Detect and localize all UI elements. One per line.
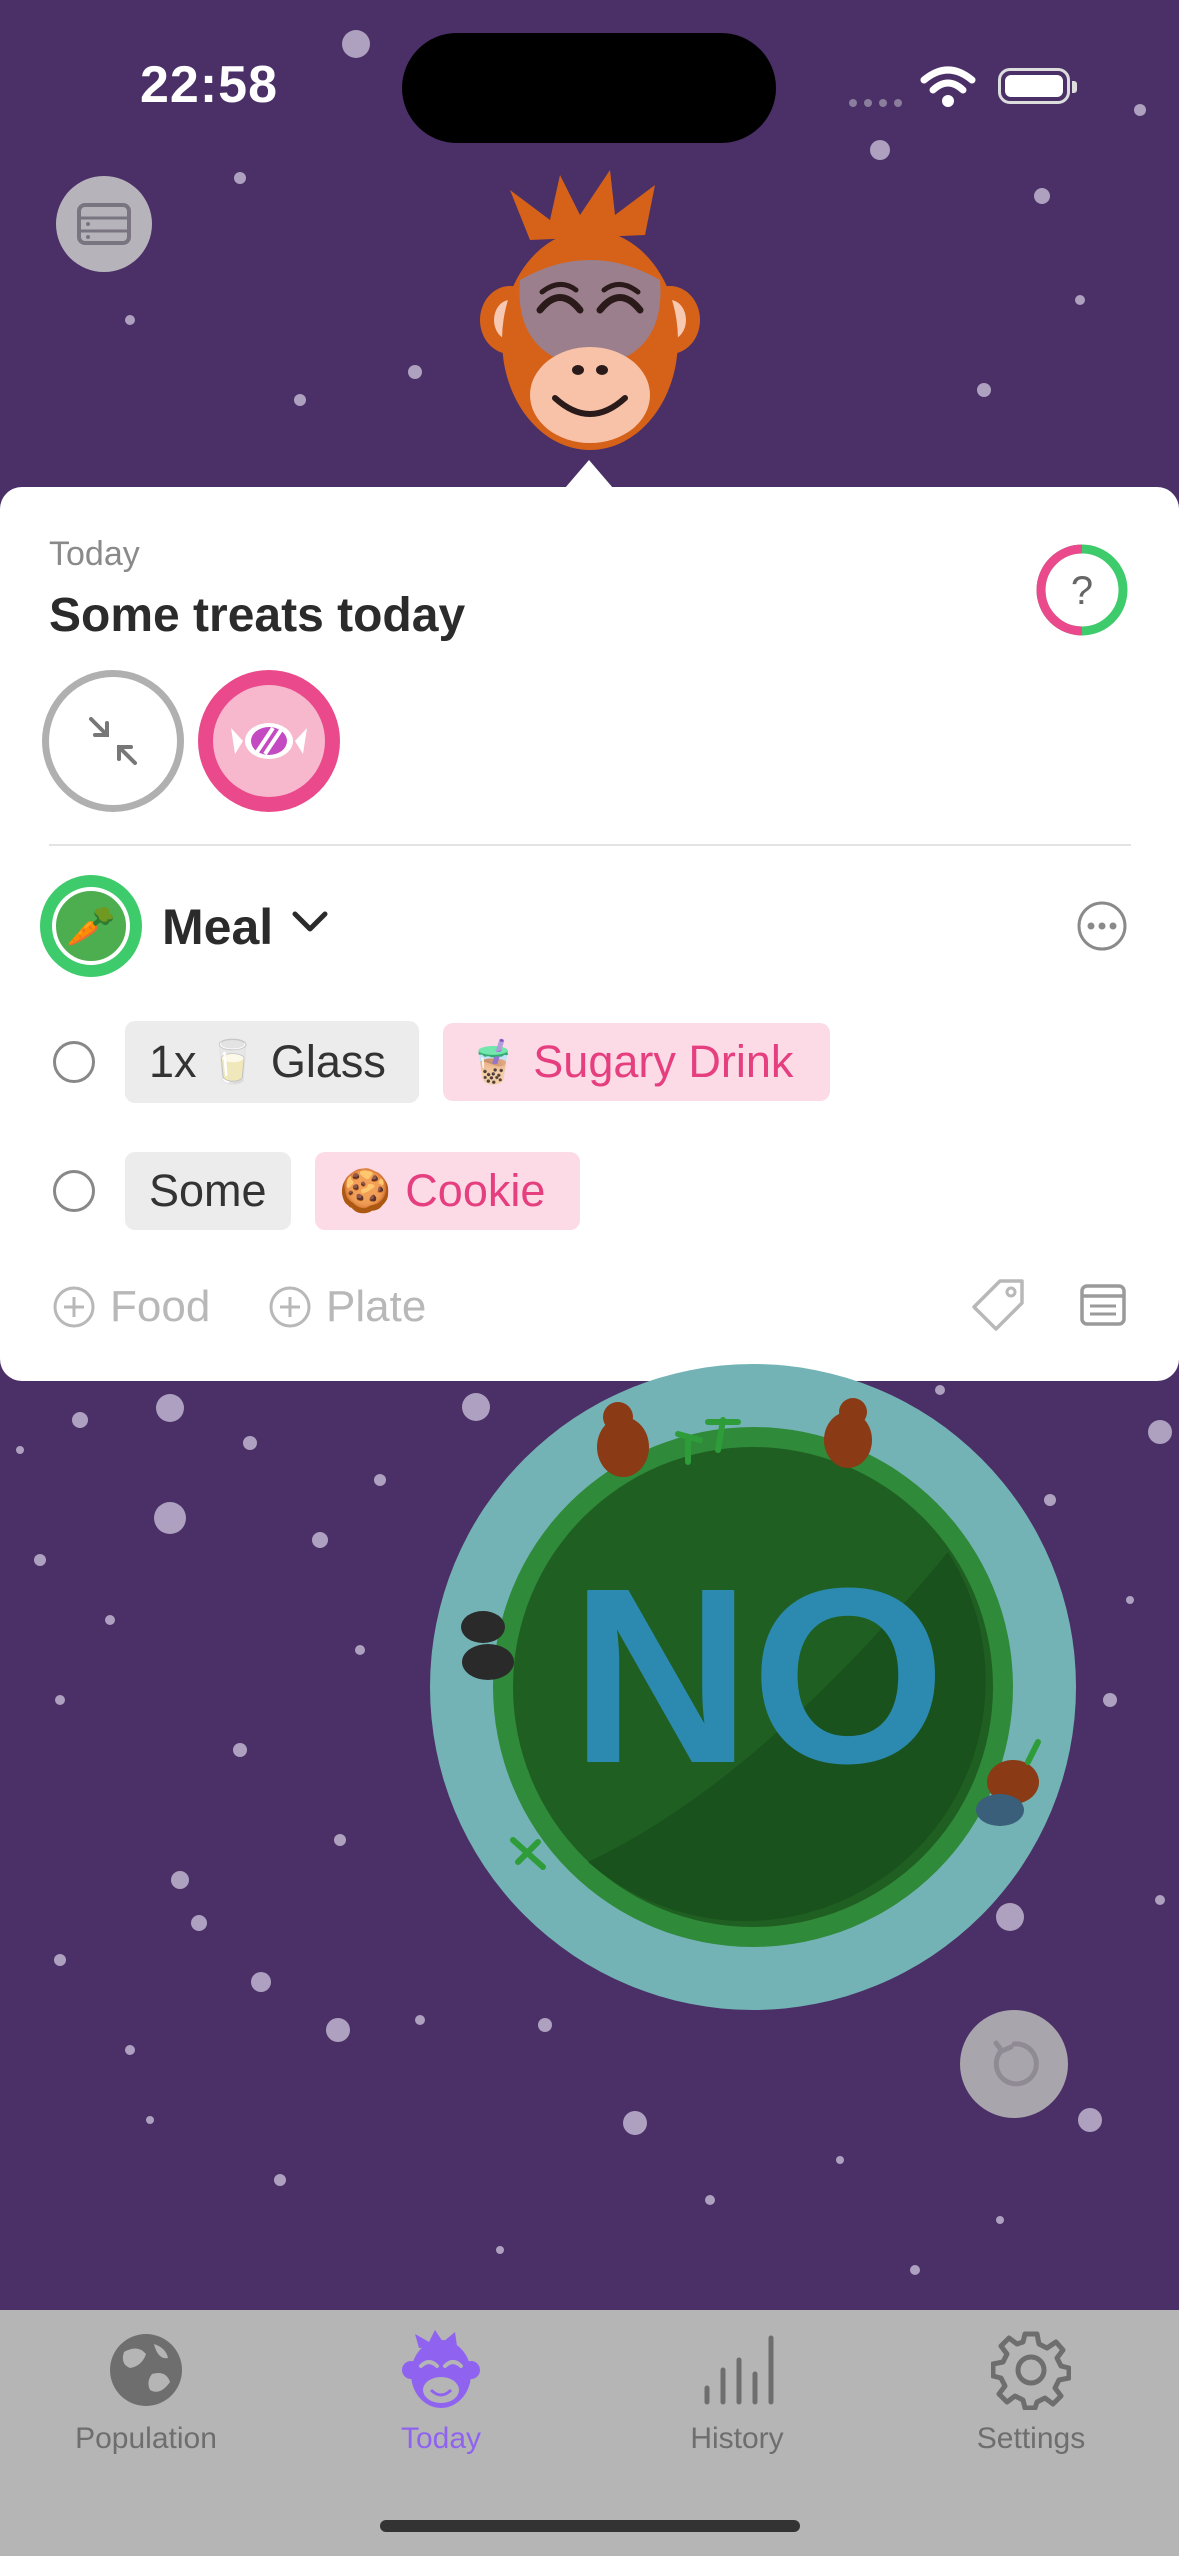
add-plate-label: Plate — [326, 1282, 427, 1331]
monkey-icon — [402, 2330, 480, 2408]
list-icon — [77, 203, 131, 245]
globe-icon — [110, 2334, 182, 2406]
restart-button[interactable] — [960, 2010, 1068, 2118]
carrot-icon: 🥕 — [66, 904, 116, 949]
tab-settings[interactable]: Settings — [906, 2320, 1156, 2456]
food-name: Cookie — [405, 1165, 546, 1216]
add-food-label: Food — [110, 1282, 211, 1331]
battery-icon — [998, 68, 1077, 104]
cookie-icon: 🍪 — [339, 1166, 392, 1214]
item-checkbox[interactable] — [53, 1170, 95, 1212]
portion-chip[interactable]: Some — [125, 1152, 291, 1230]
tab-population[interactable]: Population — [21, 2320, 271, 2456]
restart-icon — [993, 2040, 1039, 2087]
planet-illustration[interactable]: NO — [428, 1362, 1078, 2012]
monkey-avatar[interactable] — [470, 170, 710, 460]
add-food-button[interactable]: Food — [52, 1282, 210, 1332]
more-options-icon[interactable] — [1076, 900, 1128, 952]
portion-amount: 1x — [149, 1036, 197, 1087]
add-plate-button[interactable]: Plate — [268, 1282, 426, 1332]
tab-label: History — [690, 2422, 784, 2455]
home-indicator — [380, 2520, 800, 2532]
popover-pointer — [565, 460, 613, 488]
section-divider — [49, 844, 1131, 846]
portion-amount: Some — [149, 1165, 267, 1216]
glass-icon: 🥛 — [206, 1037, 259, 1085]
food-chip[interactable]: 🧋 Sugary Drink — [443, 1023, 830, 1101]
food-name: Sugary Drink — [533, 1036, 794, 1087]
portion-chip[interactable]: 1x 🥛 Glass — [125, 1021, 419, 1103]
note-icon[interactable] — [1080, 1284, 1126, 1326]
portion-unit: Glass — [270, 1036, 386, 1087]
food-chip[interactable]: 🍪 Cookie — [315, 1152, 580, 1230]
collapse-button[interactable] — [42, 670, 184, 812]
wifi-icon — [920, 66, 976, 107]
day-title: Some treats today — [49, 589, 466, 642]
plus-circle-icon — [53, 1286, 95, 1328]
collapse-icon — [89, 717, 137, 765]
svg-text:?: ? — [1071, 569, 1093, 613]
signal-dots-icon — [849, 99, 902, 107]
candy-icon — [231, 723, 307, 759]
tab-today[interactable]: Today — [316, 2320, 566, 2456]
item-checkbox[interactable] — [53, 1041, 95, 1083]
plus-circle-icon — [269, 1286, 311, 1328]
planet-label: NO — [571, 1536, 946, 1815]
meal-icon-button[interactable]: 🥕 — [40, 875, 142, 977]
list-toggle-button[interactable] — [56, 176, 152, 272]
chevron-down-icon[interactable] — [290, 908, 330, 936]
bubble-tea-icon: 🧋 — [467, 1037, 520, 1085]
date-label: Today — [49, 535, 140, 573]
tab-label: Population — [75, 2422, 217, 2455]
tab-label: Today — [400, 2422, 482, 2455]
meal-label[interactable]: Meal — [162, 898, 273, 956]
gear-icon — [991, 2331, 1071, 2410]
dynamic-island — [402, 33, 776, 143]
tab-label: Settings — [976, 2422, 1086, 2455]
question-icon[interactable]: ? — [1036, 544, 1128, 636]
tab-history[interactable]: History — [612, 2320, 862, 2456]
status-time: 22:58 — [140, 56, 278, 114]
treats-ring-button[interactable] — [198, 670, 340, 812]
tag-icon[interactable] — [970, 1277, 1026, 1333]
chart-bars-icon — [704, 2335, 774, 2405]
